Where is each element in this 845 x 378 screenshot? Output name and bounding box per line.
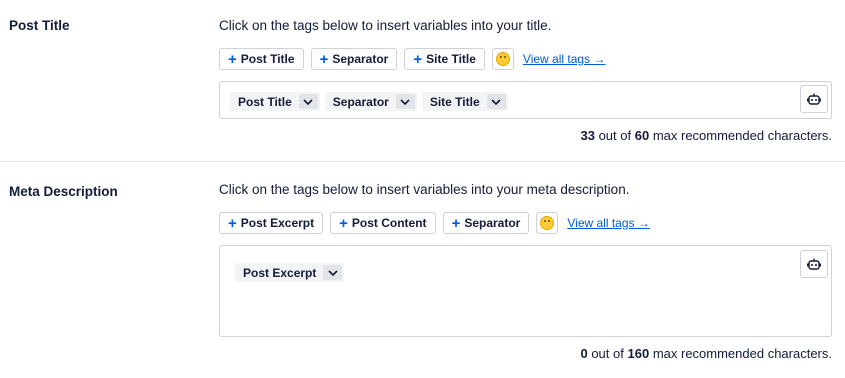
post-title-tag-bar: + Post Title + Separator + Site Title View … [219,48,832,70]
insert-post-title-tag-button[interactable]: + Post Title [219,48,304,70]
plus-icon: + [451,214,461,232]
ai-generate-title-button[interactable] [800,85,828,113]
tag-pill-label: Separator [332,94,389,109]
plus-icon: + [228,214,237,232]
meta-description-row: Meta Description Click on the tags below… [0,162,845,378]
post-title-content: Click on the tags below to insert variab… [219,18,832,143]
counter-suffix: max recommended characters. [652,346,832,361]
tag-pill: Separator [324,92,417,111]
meta-description-editor[interactable]: Post Excerpt [219,245,832,337]
ai-generate-description-button[interactable] [800,250,828,278]
tag-pill-label: Post Title [238,94,292,109]
plus-icon: + [228,50,237,68]
tag-pill: Site Title [421,92,508,111]
meta-description-char-counter: 0 out of 160 max recommended characters. [219,346,832,361]
plus-icon: + [413,50,423,68]
meta-description-tag-list: Post Excerpt [220,246,831,292]
tag-button-label: Post Content [351,216,427,230]
chevron-down-icon[interactable] [395,94,415,109]
tag-pill-label: Post Excerpt [243,265,317,280]
meta-description-content: Click on the tags below to insert variab… [219,182,832,361]
emoji-picker-button[interactable] [491,48,514,70]
plus-icon: + [319,50,329,68]
chevron-down-icon[interactable] [298,94,318,109]
post-title-label: Post Title [9,18,70,33]
counter-out-of: out of [598,128,632,143]
tag-button-label: Separator [464,216,521,230]
post-title-description: Click on the tags below to insert variab… [219,18,552,33]
emoji-icon [540,216,555,230]
insert-post-excerpt-tag-button[interactable]: + Post Excerpt [219,212,324,234]
meta-description-description: Click on the tags below to insert variab… [219,182,630,197]
tag-pill: Post Excerpt [235,263,345,282]
plus-icon: + [339,214,348,232]
meta-description-tag-bar: + Post Excerpt + Post Content + Separator V… [219,212,832,234]
tag-pill-label: Site Title [429,94,480,109]
insert-post-content-tag-button[interactable]: + Post Content [330,212,436,234]
meta-description-label: Meta Description [9,184,118,199]
counter-out-of: out of [591,346,624,361]
emoji-icon [495,52,510,66]
view-all-tags-link[interactable]: View all tags → [523,52,605,66]
tag-button-label: Post Title [240,52,295,66]
insert-separator-tag-button[interactable]: + Separator [442,212,530,234]
insert-site-title-tag-button[interactable]: + Site Title [404,48,485,70]
tag-button-label: Post Excerpt [240,216,315,230]
tag-button-label: Separator [332,52,389,66]
char-max: 160 [627,346,650,361]
view-all-tags-link[interactable]: View all tags → [567,216,649,230]
char-count: 33 [580,128,595,143]
post-title-editor[interactable]: Post Title Separator Site Title [219,81,832,119]
tag-button-label: Site Title [426,52,476,66]
counter-suffix: max recommended characters. [652,128,832,143]
emoji-picker-button[interactable] [536,212,559,234]
post-title-row: Post Title Click on the tags below to in… [0,0,845,162]
chevron-down-icon[interactable] [486,94,506,109]
robot-icon [807,93,821,105]
post-title-tag-list: Post Title Separator Site Title [220,82,831,121]
post-title-char-counter: 33 out of 60 max recommended characters. [219,128,832,143]
insert-separator-tag-button[interactable]: + Separator [310,48,398,70]
char-max: 60 [634,128,650,143]
chevron-down-icon[interactable] [323,265,343,280]
tag-pill: Post Title [230,92,320,111]
robot-icon [807,258,821,270]
char-count: 0 [580,346,588,361]
